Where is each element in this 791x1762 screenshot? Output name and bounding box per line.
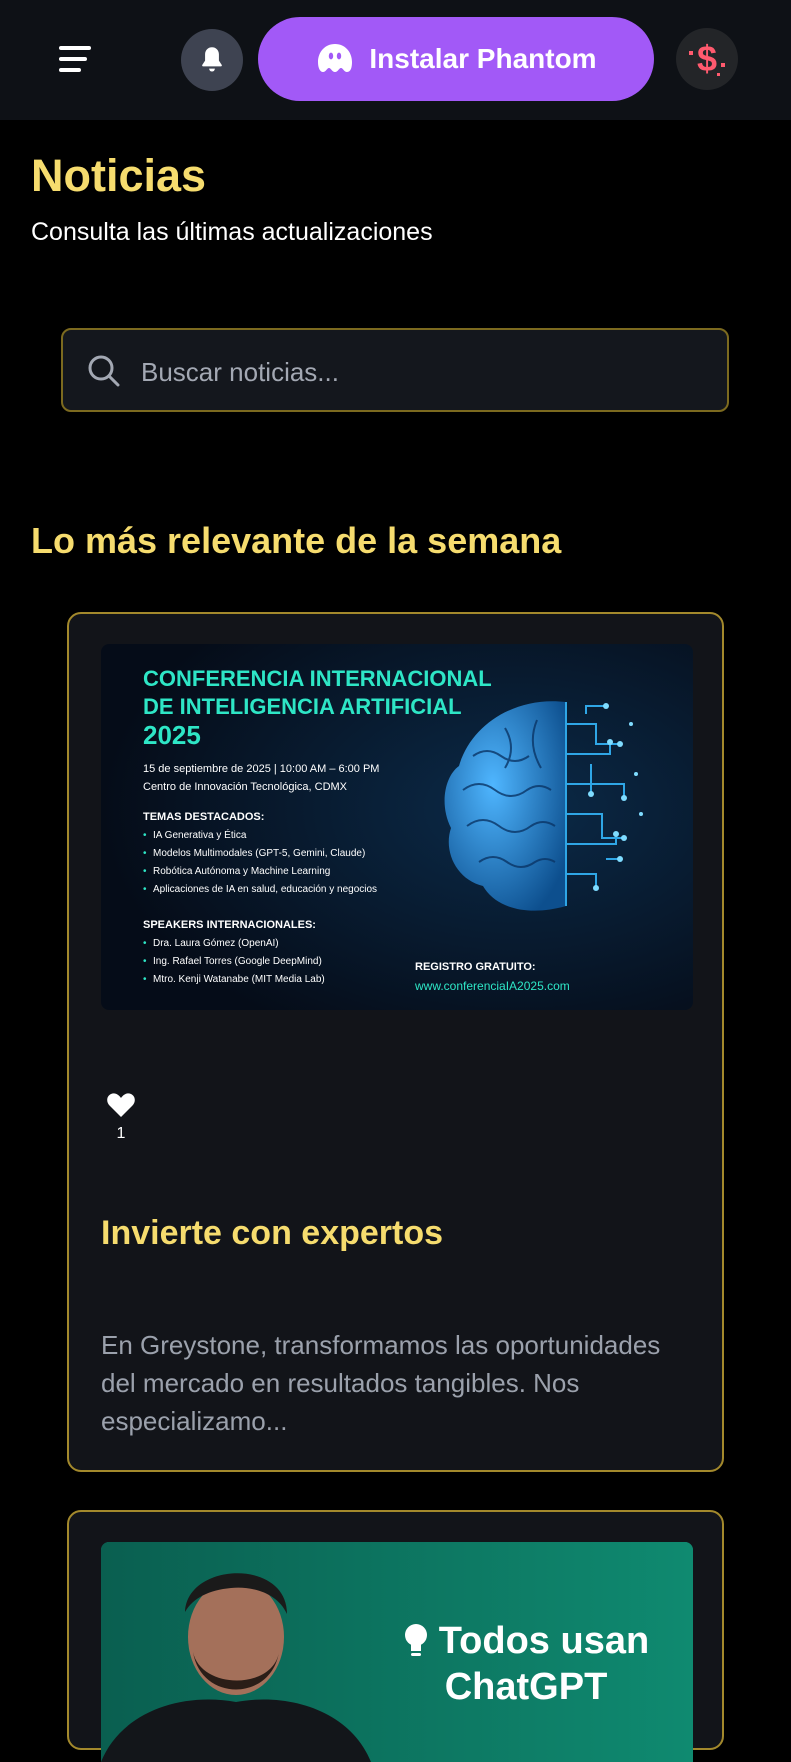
poster-speaker: Dra. Laura Gómez (OpenAI) [153,938,279,949]
poster-topic: Modelos Multimodales (GPT-5, Gemini, Cla… [153,848,365,859]
bell-icon [202,47,222,72]
menu-icon[interactable] [56,42,96,78]
svg-text:•: • [143,938,147,949]
notifications-button[interactable] [181,29,243,91]
news-card[interactable]: CONFERENCIA INTERNACIONAL DE INTELIGENCI… [67,612,724,1472]
poster-topic: IA Generativa y Ética [153,828,247,841]
svg-text:•: • [143,830,147,841]
search-input[interactable] [139,346,703,398]
poster-registro-url: www.conferenciaIA2025.com [414,979,570,993]
news-card-image[interactable]: CONFERENCIA INTERNACIONAL DE INTELIGENCI… [101,644,693,1010]
like-button[interactable]: 1 [99,1092,143,1143]
svg-text:•: • [143,884,147,895]
like-count: 1 [116,1125,126,1142]
card-title[interactable]: Invierte con expertos [101,1214,443,1253]
poster-speaker: Mtro. Kenji Watanabe (MIT Media Lab) [153,974,325,985]
section-title: Lo más relevante de la semana [31,520,562,561]
promo-text: Todos usan ChatGPT [391,1618,661,1710]
svg-text:$: $ [697,38,717,79]
news-card[interactable]: Todos usan ChatGPT [67,1510,724,1762]
page-subtitle: Consulta las últimas actualizaciones [31,218,433,246]
dollar-icon: $ [689,38,725,79]
poster-topics-title: TEMAS DESTACADOS: [143,811,264,823]
page-title: Noticias [31,150,207,201]
poster-place: Centro de Innovación Tecnológica, CDMX [143,781,348,793]
avatar[interactable]: $ [676,28,738,90]
poster-speaker: Ing. Rafael Torres (Google DeepMind) [153,956,322,967]
promo-line-1: Todos usan [438,1620,650,1662]
poster-heading-3: 2025 [143,720,201,750]
poster-topic: Aplicaciones de IA en salud, educación y… [153,884,377,895]
poster-heading-1: CONFERENCIA INTERNACIONAL [143,666,492,691]
poster-topic: Robótica Autónoma y Machine Learning [153,866,330,877]
poster-speakers-title: SPEAKERS INTERNACIONALES: [143,919,316,931]
poster-registro-label: REGISTRO GRATUITO: [415,961,536,973]
news-card-image[interactable]: Todos usan ChatGPT [101,1542,693,1762]
svg-text:•: • [143,848,147,859]
conference-poster: CONFERENCIA INTERNACIONAL DE INTELIGENCI… [101,644,693,1010]
svg-text:•: • [143,866,147,877]
search-icon [88,355,120,387]
svg-text:•: • [143,974,147,985]
install-phantom-label: Instalar Phantom [369,43,597,74]
promo-line-2: ChatGPT [444,1666,608,1708]
lightbulb-icon [404,1624,427,1656]
heart-icon [107,1093,135,1117]
top-bar: Instalar Phantom $ [0,0,791,120]
install-phantom-button[interactable]: Instalar Phantom [258,17,654,101]
poster-date: 15 de septiembre de 2025 | 10:00 AM – 6:… [143,763,379,775]
poster-heading-2: DE INTELIGENCIA ARTIFICIAL [143,694,462,719]
phantom-ghost-icon [318,44,353,72]
svg-text:•: • [143,956,147,967]
search-box [61,328,729,412]
card-excerpt: En Greystone, transformamos las oportuni… [101,1330,661,1436]
